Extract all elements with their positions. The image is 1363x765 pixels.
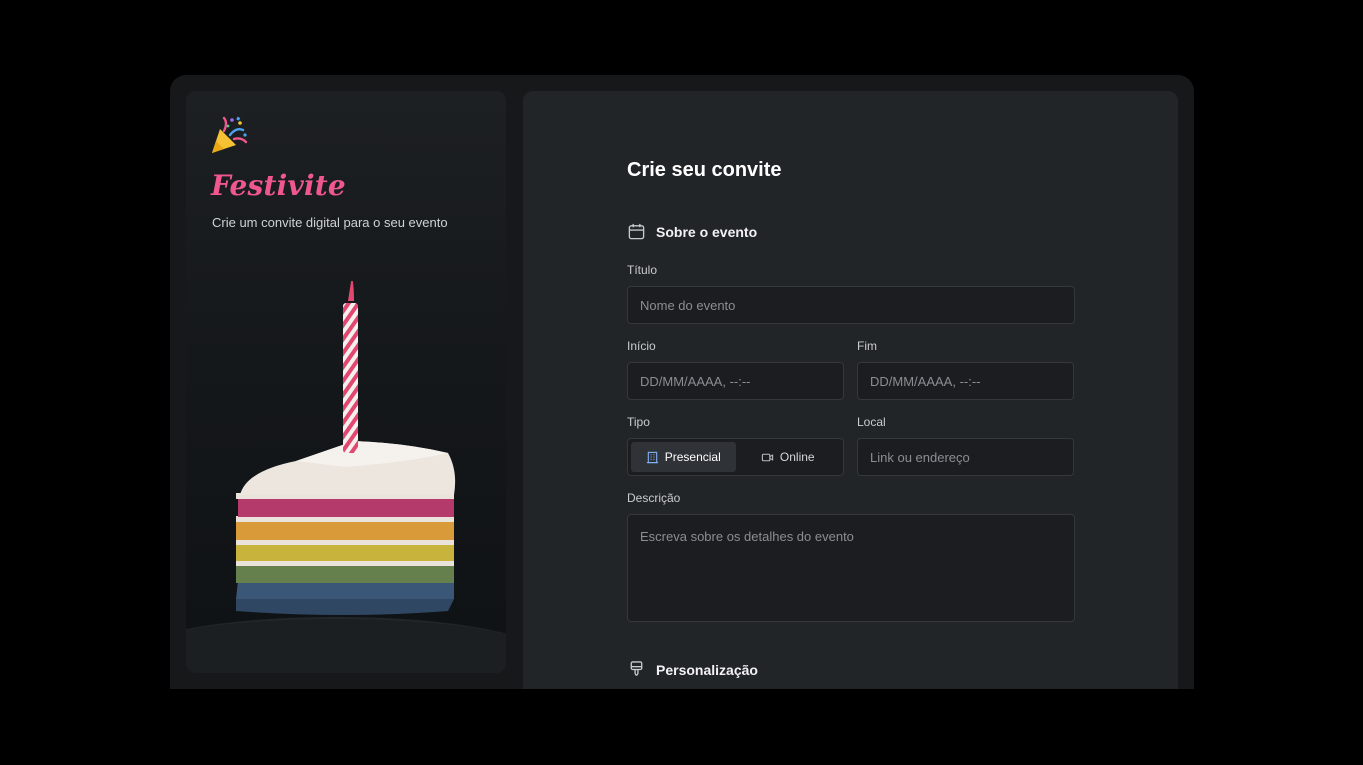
section-event-title: Sobre o evento: [656, 223, 758, 240]
tipo-label: Tipo: [627, 415, 650, 429]
hero-panel: Festivite Crie um convite digital para o…: [186, 91, 506, 673]
cake-image: [186, 281, 506, 673]
building-icon: [646, 451, 658, 463]
tipo-option-presencial[interactable]: Presencial: [631, 442, 736, 472]
fim-input[interactable]: [857, 362, 1074, 400]
page-title: Crie seu convite: [627, 159, 782, 181]
section-event-header: Sobre o evento: [627, 222, 757, 241]
section-custom-title: Personalização: [656, 661, 758, 678]
brand-name: Festivite: [211, 169, 346, 202]
titulo-label: Título: [627, 263, 658, 277]
local-label: Local: [857, 415, 886, 429]
local-input[interactable]: [857, 438, 1074, 476]
form-panel: Crie seu convite Sobre o evento Título I…: [523, 91, 1178, 689]
tipo-option-online[interactable]: Online: [736, 442, 841, 472]
paintbrush-icon: [630, 661, 643, 676]
party-popper-icon: [212, 116, 248, 153]
tipo-toggle: Presencial Online: [627, 438, 844, 476]
inicio-input[interactable]: [627, 362, 844, 400]
calendar-icon: [628, 223, 645, 240]
tipo-option-presencial-label: Presencial: [664, 450, 721, 464]
tipo-option-online-label: Online: [779, 450, 815, 464]
fim-label: Fim: [857, 339, 877, 353]
titulo-input[interactable]: [627, 286, 1075, 324]
descricao-textarea[interactable]: [627, 514, 1075, 622]
video-icon: [761, 453, 774, 461]
app-window: Festivite Crie um convite digital para o…: [170, 75, 1194, 689]
brand-tagline: Crie um convite digital para o seu event…: [212, 215, 448, 230]
section-custom-header: Personalização: [627, 660, 758, 679]
inicio-label: Início: [627, 339, 656, 353]
descricao-label: Descrição: [627, 491, 681, 505]
